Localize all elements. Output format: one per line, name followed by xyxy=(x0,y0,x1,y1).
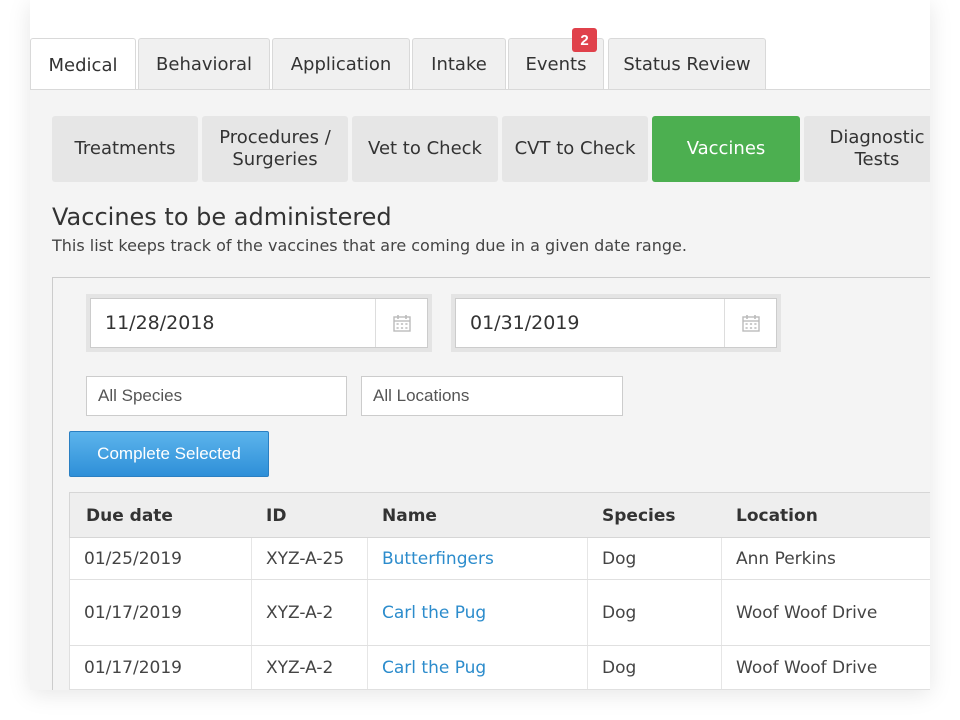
cell-id: XYZ-A-25 xyxy=(252,538,368,579)
events-count-badge: 2 xyxy=(572,28,597,52)
tab-label: Behavioral xyxy=(156,54,252,75)
cell-species: Dog xyxy=(588,538,722,579)
cell-location: Ann Perkins xyxy=(736,548,836,569)
subtab-label: Vaccines xyxy=(686,138,766,159)
subtab-label: CVT to Check xyxy=(514,138,636,159)
cell-species: Dog xyxy=(588,646,722,689)
header-id[interactable]: ID xyxy=(266,493,286,539)
table-row: 01/17/2019 XYZ-A-2 Carl the Pug Dog Woof… xyxy=(69,646,930,690)
header-name[interactable]: Name xyxy=(382,493,437,539)
tab-label: Events xyxy=(525,54,587,75)
record-card: Medical Behavioral Application Intake Ev… xyxy=(30,0,930,690)
tab-label: Intake xyxy=(431,54,487,75)
cell-location: Woof Woof Drive xyxy=(736,602,878,623)
subtab-diagnostic-tests[interactable]: Diagnostic Tests xyxy=(804,116,930,182)
tab-label: Application xyxy=(290,54,392,75)
cell-id: XYZ-A-2 xyxy=(252,646,368,689)
cell-due-date: 01/17/2019 xyxy=(70,580,252,645)
start-date-field[interactable]: 11/28/2018 xyxy=(90,298,428,348)
subtab-label-line1: Diagnostic xyxy=(829,127,925,148)
tab-medical[interactable]: Medical xyxy=(30,38,136,91)
end-date-value: 01/31/2019 xyxy=(470,312,580,334)
subtab-label: Vet to Check xyxy=(368,138,482,159)
tab-behavioral[interactable]: Behavioral xyxy=(138,38,270,90)
subtab-treatments[interactable]: Treatments xyxy=(52,116,198,182)
tab-label: Medical xyxy=(48,54,118,76)
calendar-icon[interactable] xyxy=(375,299,427,347)
complete-selected-button[interactable]: Complete Selected xyxy=(69,431,269,477)
vaccines-table: Due date ID Name Species Location 01/25/… xyxy=(69,492,930,690)
cell-location: Woof Woof Drive xyxy=(736,657,878,678)
medical-panel: Treatments Procedures / Surgeries Vet to… xyxy=(30,89,930,690)
cell-species: Dog xyxy=(588,580,722,645)
cell-id: XYZ-A-2 xyxy=(252,580,368,645)
table-row: 01/25/2019 XYZ-A-25 Butterfingers Dog An… xyxy=(69,538,930,580)
section-title: Vaccines to be administered xyxy=(52,203,392,231)
header-location[interactable]: Location xyxy=(736,493,818,539)
subtab-cvt-to-check[interactable]: CVT to Check xyxy=(502,116,648,182)
tab-label: Status Review xyxy=(623,54,751,75)
subtab-label: Treatments xyxy=(74,138,176,159)
start-date-value: 11/28/2018 xyxy=(105,312,215,334)
filter-panel: 11/28/2018 01/31/2019 All Species All Lo… xyxy=(52,277,930,690)
header-due-date[interactable]: Due date xyxy=(86,493,173,539)
subtab-vet-to-check[interactable]: Vet to Check xyxy=(352,116,498,182)
subtab-vaccines[interactable]: Vaccines xyxy=(652,116,800,182)
table-header: Due date ID Name Species Location xyxy=(69,492,930,538)
subtab-label-line2: Tests xyxy=(854,149,900,170)
animal-name-link[interactable]: Carl the Pug xyxy=(368,580,588,645)
cell-due-date: 01/17/2019 xyxy=(70,646,252,689)
calendar-icon[interactable] xyxy=(724,299,776,347)
section-description: This list keeps track of the vaccines th… xyxy=(52,236,687,255)
subtab-label-line2: Surgeries xyxy=(232,149,318,170)
end-date-picker: 01/31/2019 xyxy=(451,294,781,352)
tab-application[interactable]: Application xyxy=(272,38,410,90)
table-row: 01/17/2019 XYZ-A-2 Carl the Pug Dog Woof… xyxy=(69,580,930,646)
animal-name-link[interactable]: Carl the Pug xyxy=(368,646,588,689)
start-date-picker: 11/28/2018 xyxy=(86,294,432,352)
species-select[interactable]: All Species xyxy=(86,376,347,416)
tab-intake[interactable]: Intake xyxy=(412,38,506,90)
cell-due-date: 01/25/2019 xyxy=(70,538,252,579)
locations-select[interactable]: All Locations xyxy=(361,376,623,416)
end-date-field[interactable]: 01/31/2019 xyxy=(455,298,777,348)
header-species[interactable]: Species xyxy=(602,493,676,539)
subtab-procedures-surgeries[interactable]: Procedures / Surgeries xyxy=(202,116,348,182)
animal-name-link[interactable]: Butterfingers xyxy=(368,538,588,579)
subtab-label-line1: Procedures / xyxy=(219,127,331,148)
tab-status-review[interactable]: Status Review xyxy=(608,38,766,90)
